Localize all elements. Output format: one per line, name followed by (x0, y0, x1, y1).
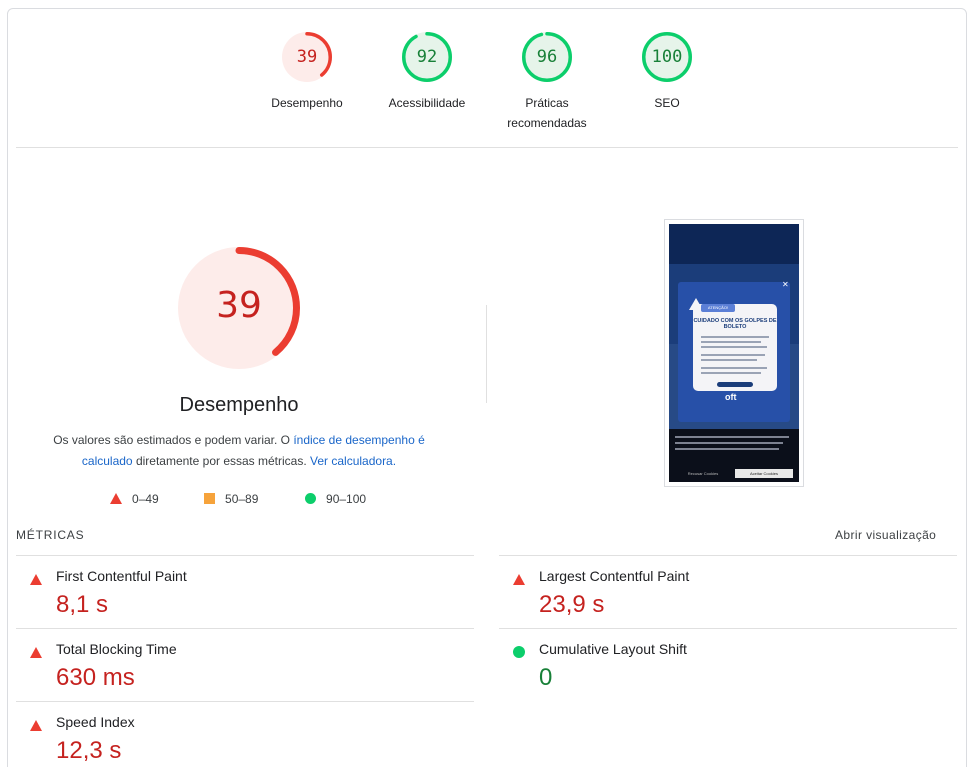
metric-lcp: Largest Contentful Paint 23,9 s (499, 555, 957, 628)
gauge-score: 39 (296, 47, 318, 67)
fail-triangle-icon (30, 720, 42, 731)
close-icon: ✕ (782, 280, 789, 289)
category-gauges: 39 Desempenho 92 Acessibilidade 96 Práti… (0, 0, 978, 150)
performance-title: Desempenho (179, 394, 299, 416)
performance-score: 39 (216, 285, 262, 326)
site-logo: oft (725, 392, 737, 402)
screenshot-modal: CUIDADO COM OS GOLPES DE BOLETO (693, 304, 777, 391)
screenshot-image: ✕ CUIDADO COM OS GOLPES DE BOLETO ATENÇÃ… (669, 224, 799, 482)
modal-badge: ATENÇÃO! (701, 304, 735, 312)
desc-text: Os valores são estimados e podem variar.… (53, 433, 294, 447)
metric-cls: Cumulative Layout Shift 0 (499, 628, 957, 701)
average-square-icon (204, 493, 215, 504)
metric-tbt: Total Blocking Time 630 ms (16, 628, 474, 701)
legend-average-label: 50–89 (225, 492, 259, 506)
gauge-score: 100 (651, 47, 683, 67)
gauge-ring: 96 (522, 32, 572, 82)
calculator-link[interactable]: Ver calculadora. (310, 454, 396, 468)
gauge-ring: 100 (642, 32, 692, 82)
metrics-header: MÉTRICAS (16, 528, 85, 542)
gauge-performance[interactable]: 39 Desempenho (247, 32, 367, 113)
pass-circle-icon (305, 493, 316, 504)
metric-value: 630 ms (56, 664, 135, 691)
metric-name: First Contentful Paint (56, 568, 187, 584)
gauge-best-practices[interactable]: 96 Práticas recomendadas (487, 32, 607, 133)
fail-triangle-icon (110, 493, 122, 504)
metric-name: Cumulative Layout Shift (539, 641, 687, 657)
legend-fail: 0–49 (110, 490, 159, 508)
final-screenshot[interactable]: ✕ CUIDADO COM OS GOLPES DE BOLETO ATENÇÃ… (664, 219, 804, 487)
gauge-ring: 92 (402, 32, 452, 82)
metric-name: Total Blocking Time (56, 641, 177, 657)
gauge-score: 96 (536, 47, 558, 67)
legend-pass-label: 90–100 (326, 492, 367, 506)
metric-name: Largest Contentful Paint (539, 568, 690, 584)
legend-pass: 90–100 (305, 490, 366, 508)
fail-triangle-icon (30, 574, 42, 585)
gauge-label: Desempenho (271, 96, 343, 110)
performance-description: Os valores são estimados e podem variar.… (30, 430, 448, 472)
metric-value: 8,1 s (56, 591, 109, 618)
open-view-toggle[interactable]: Abrir visualização (835, 528, 936, 542)
header-divider (16, 147, 958, 148)
gauge-label: SEO (654, 96, 680, 110)
fail-triangle-icon (30, 647, 42, 658)
reject-cookies-button: Recusar Cookies (687, 471, 719, 476)
metric-value: 0 (539, 664, 553, 691)
legend-fail-label: 0–49 (132, 492, 159, 506)
fail-triangle-icon (513, 574, 525, 585)
gauge-seo[interactable]: 100 SEO (607, 32, 727, 113)
gauge-label: Práticas recomendadas (507, 96, 587, 130)
pass-circle-icon (513, 646, 525, 658)
metric-si: Speed Index 12,3 s (16, 701, 474, 767)
gauge-ring: 39 (282, 32, 332, 82)
modal-title: CUIDADO COM OS GOLPES DE BOLETO (693, 318, 777, 330)
metric-fcp: First Contentful Paint 8,1 s (16, 555, 474, 628)
metric-name: Speed Index (56, 714, 135, 730)
metric-value: 23,9 s (539, 591, 605, 618)
metric-value: 12,3 s (56, 737, 122, 764)
accept-cookies-button: Aceitar Cookies (735, 469, 793, 478)
desc-text: diretamente por essas métricas. (132, 454, 311, 468)
gauge-label: Acessibilidade (388, 96, 466, 110)
vertical-divider (486, 305, 487, 403)
gauge-score: 92 (416, 47, 438, 67)
cookie-banner: Recusar Cookies Aceitar Cookies (669, 429, 799, 482)
legend-average: 50–89 (204, 490, 258, 508)
gauge-accessibility[interactable]: 92 Acessibilidade (367, 32, 487, 113)
performance-gauge-large: 39 (178, 247, 300, 369)
